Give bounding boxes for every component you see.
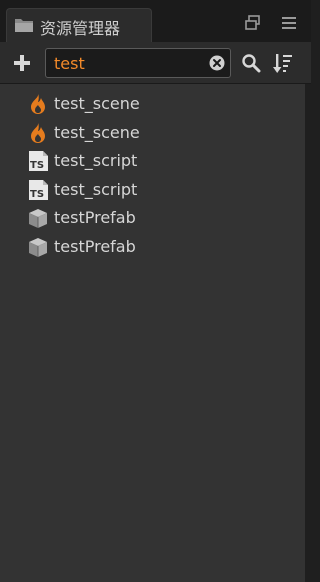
svg-text:TS: TS (30, 189, 44, 200)
panel-tab[interactable]: 资源管理器 (6, 8, 152, 42)
tree-item-label: test_script (54, 179, 138, 199)
search-input[interactable] (54, 52, 204, 74)
scene-flame-icon (31, 94, 45, 114)
svg-text:TS: TS (30, 160, 44, 171)
tree-item-script[interactable]: TS test_script (0, 147, 305, 176)
tree-item-scene[interactable]: test_scene (0, 119, 305, 148)
toolbar (0, 42, 311, 84)
tree-item-prefab[interactable]: testPrefab (0, 233, 305, 262)
tree-item-label: test_scene (54, 94, 140, 113)
sort-icon[interactable] (273, 52, 293, 74)
tree-item-label: test_scene (54, 122, 140, 142)
tree-item-label: test_script (54, 151, 138, 170)
plus-icon[interactable] (11, 52, 33, 74)
tree-item-script[interactable]: TS test_script (0, 176, 305, 205)
clear-icon[interactable] (209, 55, 225, 71)
prefab-icon (29, 237, 47, 257)
prefab-icon (29, 209, 47, 228)
assets-panel: 资源管理器 test test_scene test_scene TS test… (0, 0, 311, 582)
panel-header: 资源管理器 (0, 0, 311, 42)
scrollbar-track[interactable] (305, 84, 311, 582)
panel-title: 资源管理器 (40, 19, 121, 38)
search-box (45, 48, 231, 78)
tree-item-scene[interactable]: test_scene (0, 90, 305, 119)
tree-item-label: testPrefab (54, 208, 136, 227)
tree-item-label: testPrefab (54, 236, 136, 256)
search-results-list: test_scene test_scene TS test_script TS … (0, 90, 305, 261)
folder-icon (15, 19, 33, 32)
popout-icon[interactable] (244, 14, 262, 32)
menu-icon[interactable] (280, 14, 298, 32)
search-icon[interactable] (241, 53, 261, 73)
tree-item-prefab[interactable]: testPrefab (0, 204, 305, 233)
typescript-icon: TS (29, 179, 48, 200)
asset-tree[interactable]: test_scene test_scene TS test_script TS … (0, 84, 305, 582)
typescript-icon: TS (29, 151, 48, 171)
scene-flame-icon (31, 122, 45, 143)
